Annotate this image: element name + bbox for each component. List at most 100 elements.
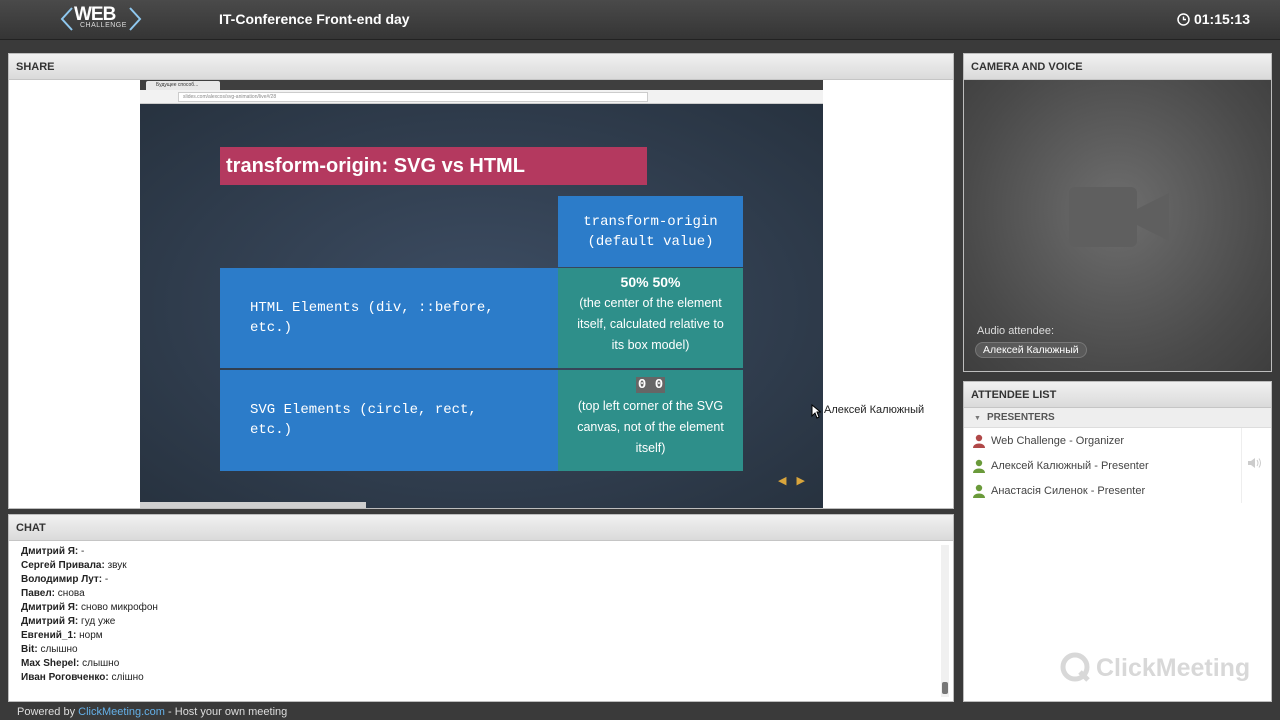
column-header-line: transform-origin xyxy=(583,214,718,230)
attendee-list: ▼ PRESENTERS Web Challenge - Organizer Ал… xyxy=(964,408,1271,701)
clickmeeting-link[interactable]: ClickMeeting.com xyxy=(78,706,165,718)
next-slide-icon[interactable]: ▶ xyxy=(796,475,814,487)
chat-panel: CHAT Дмитрий Я: - Сергей Привала: звук В… xyxy=(8,514,954,702)
camera-panel: CAMERA AND VOICE Audio attendee: Алексей… xyxy=(963,53,1272,372)
chat-message: Max Shepel: слышно xyxy=(21,657,941,671)
chat-author: Bit: xyxy=(21,644,38,655)
top-bar: WEB CHALLENGE IT-Conference Front-end da… xyxy=(0,0,1280,40)
share-panel-title: SHARE xyxy=(9,54,953,80)
presenters-group-label: PRESENTERS xyxy=(986,412,1055,423)
web-challenge-logo: WEB CHALLENGE xyxy=(58,2,144,36)
value-heading: 50% 50% xyxy=(620,274,681,290)
chat-message: Дмитрий Я: гуд уже xyxy=(21,615,941,629)
chat-scrollbar-thumb[interactable] xyxy=(942,682,948,694)
slide-progress-strip xyxy=(140,502,366,508)
attendee-list-title: ATTENDEE LIST xyxy=(964,382,1271,408)
attendee-name: Web Challenge - Organizer xyxy=(991,434,1125,447)
chat-author: Дмитрий Я: xyxy=(21,616,79,627)
value-line: itself) xyxy=(635,441,666,455)
row-label-line: etc.) xyxy=(250,422,293,438)
chat-text: слышно xyxy=(40,644,78,655)
chat-text: - xyxy=(81,546,85,557)
footer-prefix: Powered by xyxy=(17,706,76,718)
chat-text: звук xyxy=(107,560,127,571)
svg-elements-label: SVG Elements (circle, rect, etc.) xyxy=(220,370,558,471)
shared-browser-window: Будущее способ... slides.com/alexcos/svg… xyxy=(140,80,823,508)
share-screen: Будущее способ... slides.com/alexcos/svg… xyxy=(9,80,953,508)
attendee-name: Алексей Калюжный - Presenter xyxy=(991,459,1149,472)
video-camera-icon xyxy=(1069,187,1169,247)
attendee-row[interactable]: Web Challenge - Organizer xyxy=(964,428,1242,453)
value-line: canvas, not of the element xyxy=(577,420,724,434)
conference-title: IT-Conference Front-end day xyxy=(219,11,410,27)
share-panel: SHARE Будущее способ... slides.com/alexc… xyxy=(8,53,954,509)
chat-message: Иван Роговченко: слішно xyxy=(21,671,941,685)
remote-cursor: Алексей Калюжный xyxy=(811,404,924,419)
chat-author: Павел: xyxy=(21,588,56,599)
footer-suffix: - Host your own meeting xyxy=(168,706,288,718)
chat-message: Bit: слышно xyxy=(21,643,941,657)
remote-cursor-user: Алексей Калюжный xyxy=(824,404,925,416)
cursor-icon xyxy=(811,404,821,419)
footer: Powered by ClickMeeting.com - Host your … xyxy=(17,706,287,718)
audio-attendee-label: Audio attendee: xyxy=(977,325,1055,337)
timer-value: 01:15:13 xyxy=(1193,11,1250,27)
html-elements-label: HTML Elements (div, ::before, etc.) xyxy=(220,268,558,368)
attendee-row[interactable]: Анастасія Силенок - Presenter xyxy=(964,478,1242,503)
session-timer: 01:15:13 xyxy=(1177,11,1250,27)
value-line: itself, calculated relative to xyxy=(577,317,724,331)
chat-message: Сергей Привала: звук xyxy=(21,559,941,573)
browser-tab-bar: Будущее способ... xyxy=(140,80,823,90)
value-heading: 0 0 xyxy=(635,377,666,393)
chat-author: Володимир Лут: xyxy=(21,574,103,585)
chat-message: Павел: снова xyxy=(21,587,941,601)
camera-view: Audio attendee: Алексей Калюжный xyxy=(964,80,1271,371)
chat-text: слішно xyxy=(111,672,144,683)
value-line: its box model) xyxy=(611,338,690,352)
speaker-icon xyxy=(1248,458,1261,468)
chat-author: Дмитрий Я: xyxy=(21,546,79,557)
user-icon xyxy=(973,484,985,498)
chat-author: Max Shepel: xyxy=(21,658,80,669)
chat-messages: Дмитрий Я: - Сергей Привала: звук Володи… xyxy=(9,541,953,701)
slide-column-header: transform-origin (default value) xyxy=(558,196,743,267)
chat-text: сново микрофон xyxy=(81,602,158,613)
column-header-line: (default value) xyxy=(587,234,714,250)
chat-author: Сергей Привала: xyxy=(21,560,105,571)
slide-navigation[interactable]: ◀▶ xyxy=(778,474,815,487)
chat-author: Иван Роговченко: xyxy=(21,672,109,683)
slide-title: transform-origin: SVG vs HTML xyxy=(220,147,647,185)
camera-panel-title: CAMERA AND VOICE xyxy=(964,54,1271,80)
chat-text: гуд уже xyxy=(81,616,116,627)
browser-tab: Будущее способ... xyxy=(146,81,220,90)
browser-address-bar: slides.com/alexcos/svg-animation/live#/2… xyxy=(140,90,823,104)
chat-message: Володимир Лут: - xyxy=(21,573,941,587)
chat-text: норм xyxy=(79,630,103,641)
chat-panel-title: CHAT xyxy=(9,515,953,541)
attendee-list-panel: ATTENDEE LIST ▼ PRESENTERS Web Challenge … xyxy=(963,381,1272,702)
chat-message: Дмитрий Я: - xyxy=(21,545,941,559)
chat-message: Евгений_1: норм xyxy=(21,629,941,643)
svg-elements-value: 0 0 (top left corner of the SVG canvas, … xyxy=(558,370,743,471)
chat-text: снова xyxy=(57,588,85,599)
value-line: (top left corner of the SVG xyxy=(577,399,724,413)
value-line: (the center of the element xyxy=(579,296,722,310)
clickmeeting-logo-icon xyxy=(1060,652,1090,682)
user-icon xyxy=(973,459,985,473)
attendee-row[interactable]: Алексей Калюжный - Presenter xyxy=(964,453,1242,478)
row-label-line: SVG Elements (circle, rect, xyxy=(250,402,477,418)
user-icon xyxy=(973,434,985,448)
chat-message: Дмитрий Я: сново микрофон xyxy=(21,601,941,615)
presentation-slide: transform-origin: SVG vs HTML transform-… xyxy=(140,104,823,508)
attendee-name: Анастасія Силенок - Presenter xyxy=(991,484,1146,497)
audio-attendee-name: Алексей Калюжный xyxy=(975,342,1087,358)
chat-scrollbar[interactable] xyxy=(941,545,949,697)
presenters-group-header[interactable]: ▼ PRESENTERS xyxy=(964,408,1271,428)
prev-slide-icon[interactable]: ◀ xyxy=(778,475,796,487)
chat-text: слышно xyxy=(82,658,120,669)
html-elements-value: 50% 50% (the center of the element itsel… xyxy=(558,268,743,368)
chat-author: Дмитрий Я: xyxy=(21,602,79,613)
chat-text: - xyxy=(104,574,109,585)
collapse-triangle-icon[interactable]: ▼ xyxy=(974,415,981,422)
watermark-text: ClickMeeting xyxy=(1096,653,1251,682)
